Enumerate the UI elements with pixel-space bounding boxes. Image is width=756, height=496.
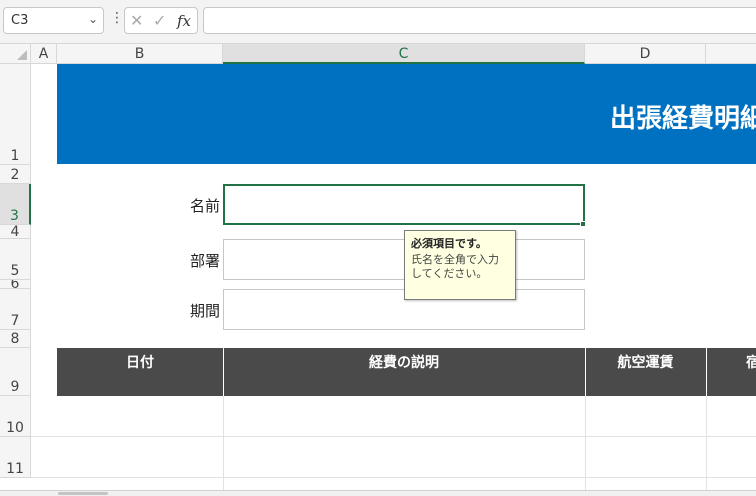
scroll-thumb[interactable] — [58, 492, 108, 495]
more-options-icon[interactable]: ⋮ — [110, 10, 124, 26]
row-header-4[interactable]: 4 — [0, 225, 31, 239]
gridline — [31, 436, 756, 437]
row-header-5[interactable]: 5 — [0, 239, 31, 280]
row-header-9[interactable]: 9 — [0, 348, 31, 396]
tooltip-body: 氏名を全角で入力してください。 — [411, 253, 499, 280]
column-header-d[interactable]: D — [585, 44, 706, 64]
horizontal-scrollbar[interactable] — [0, 490, 756, 496]
column-header-e[interactable] — [706, 44, 756, 64]
table-header: 日付 経費の説明 航空運賃 宿泊費 — [57, 348, 756, 396]
row-header-11[interactable]: 11 — [0, 437, 31, 478]
title-banner: 出張経費明細 — [57, 64, 756, 164]
select-all-corner[interactable] — [0, 44, 31, 64]
column-header-a[interactable]: A — [31, 44, 57, 64]
header-date[interactable]: 日付 — [57, 352, 223, 372]
row-header-7[interactable]: 7 — [0, 289, 31, 330]
row-header-6[interactable]: 6 — [0, 280, 31, 289]
row-header-8[interactable]: 8 — [0, 330, 31, 348]
header-divider — [706, 348, 707, 396]
sheet-title: 出張経費明細 — [610, 104, 756, 134]
check-icon[interactable]: ✓ — [153, 11, 166, 30]
gridline — [223, 396, 224, 490]
column-header-b[interactable]: B — [57, 44, 223, 64]
header-airfare[interactable]: 航空運賃 — [585, 352, 706, 372]
label-department: 部署 — [189, 252, 220, 270]
label-period: 期間 — [189, 302, 220, 320]
gridline — [585, 396, 586, 490]
row-header-1[interactable]: 1 — [0, 64, 31, 165]
input-message-tooltip: 必須項目です。 氏名を全角で入力してください。 — [404, 230, 516, 300]
formula-input[interactable] — [203, 7, 756, 34]
header-lodging[interactable]: 宿泊費 — [746, 352, 756, 372]
chevron-down-icon[interactable]: ⌄ — [88, 12, 98, 26]
tooltip-title: 必須項目です。 — [411, 237, 487, 250]
fill-handle[interactable] — [580, 221, 586, 227]
fx-icon[interactable]: fx — [177, 12, 191, 30]
gridline — [31, 477, 756, 478]
gridline — [706, 396, 707, 490]
close-icon[interactable]: ✕ — [130, 11, 143, 30]
row-header-3[interactable]: 3 — [0, 184, 31, 225]
name-box[interactable]: C3 ⌄ — [3, 7, 104, 34]
column-header-c[interactable]: C — [223, 44, 585, 64]
formula-buttons: ✕ ✓ fx — [124, 7, 198, 34]
name-box-value: C3 — [11, 13, 29, 28]
label-name: 名前 — [189, 197, 220, 215]
row-header-2[interactable]: 2 — [0, 165, 31, 184]
row-header-10[interactable]: 10 — [0, 396, 31, 437]
header-description[interactable]: 経費の説明 — [223, 352, 585, 372]
name-field[interactable] — [223, 184, 585, 225]
